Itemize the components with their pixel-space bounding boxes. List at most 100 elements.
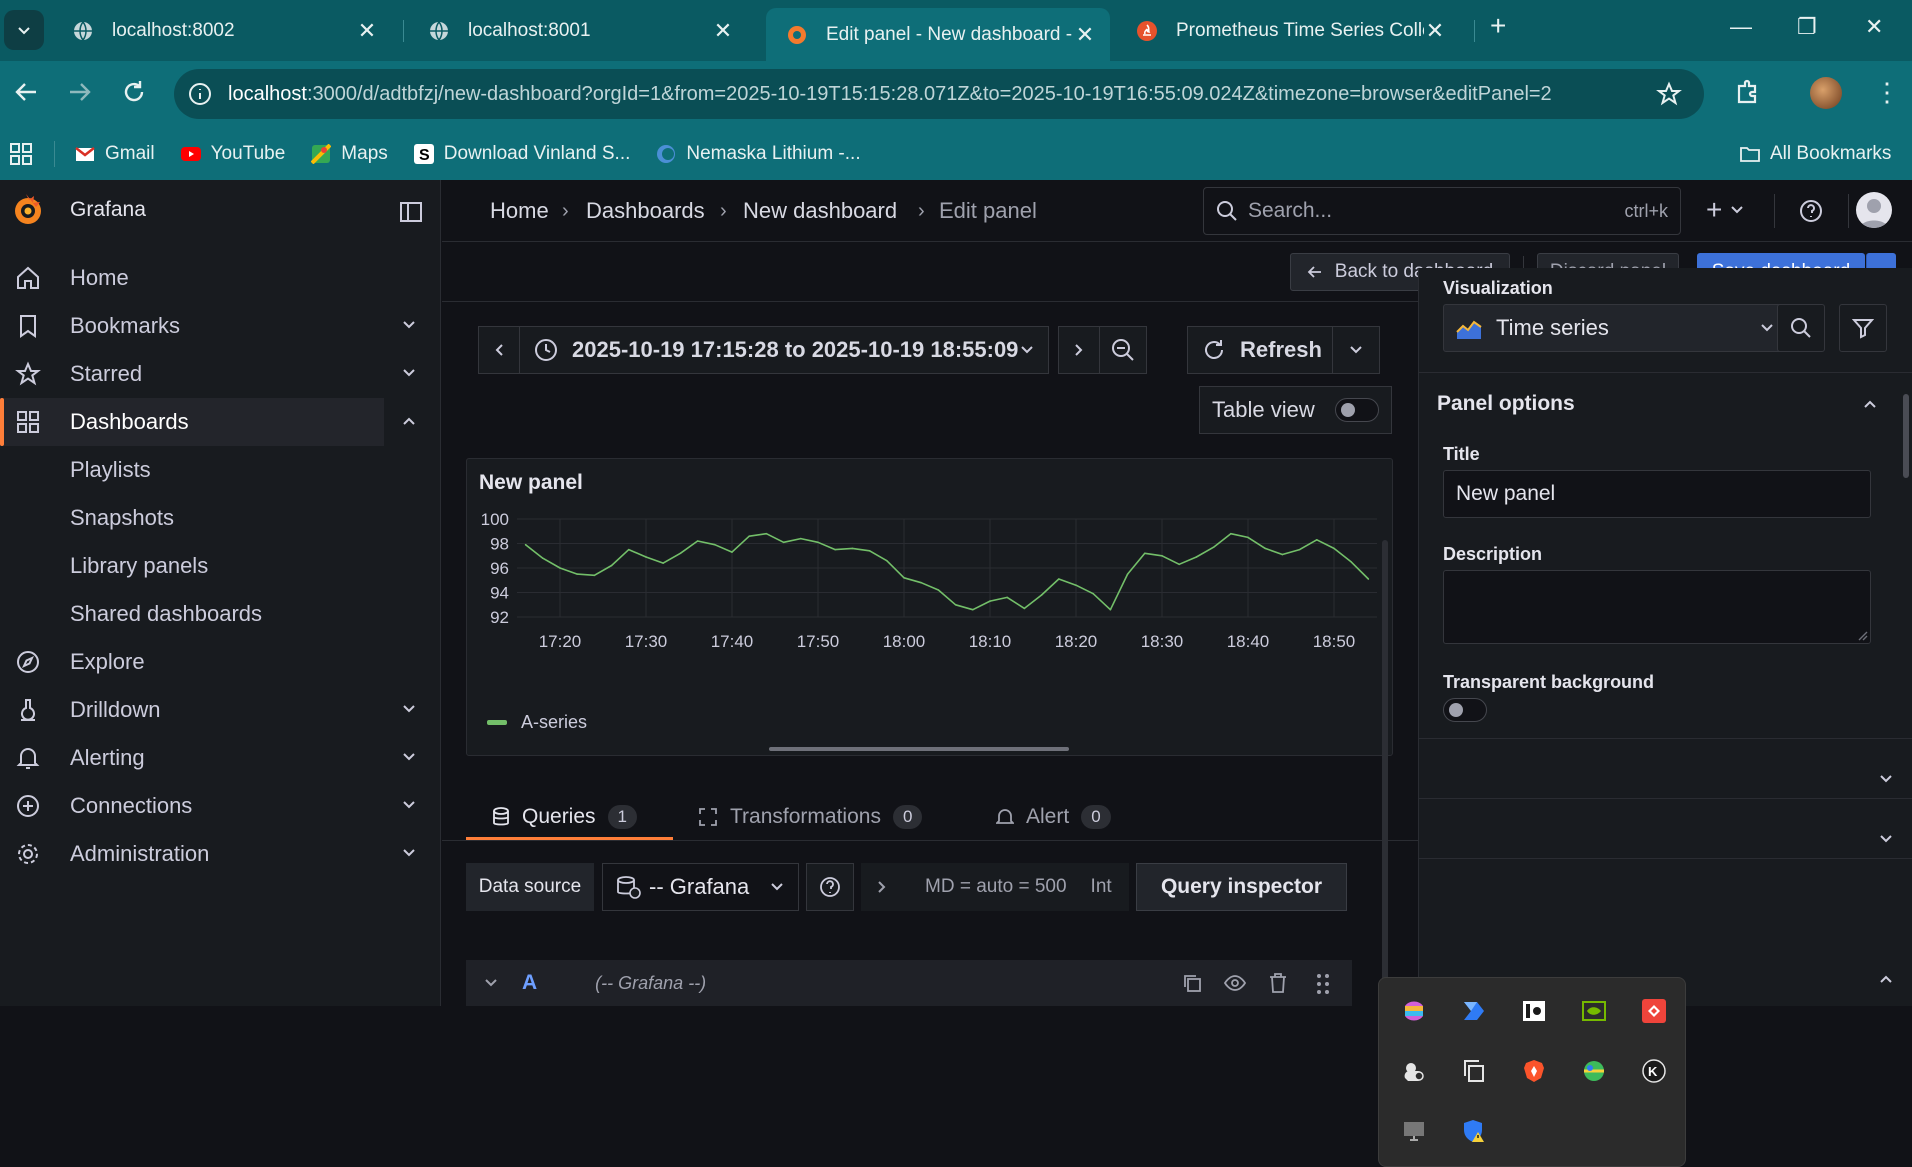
sync-icon[interactable]: K — [1641, 1058, 1667, 1084]
chevron-down-icon[interactable] — [402, 800, 416, 810]
grafana-home-link[interactable]: Grafana — [10, 192, 146, 228]
tab-transformations[interactable]: Transformations 0 — [698, 792, 923, 842]
user-avatar[interactable] — [1856, 192, 1892, 228]
duplicate-icon[interactable] — [1182, 973, 1202, 993]
power-automate-icon[interactable] — [1461, 998, 1487, 1024]
bookmark-nemaska[interactable]: Nemaska Lithium -... — [656, 143, 861, 165]
legend-item[interactable]: A-series — [487, 712, 587, 733]
browser-tab[interactable]: Prometheus Time Series Collecti ✕ — [1116, 8, 1460, 53]
search-visualizations-button[interactable] — [1777, 304, 1825, 352]
m365-icon[interactable] — [1401, 998, 1427, 1024]
nav-bookmarks[interactable]: Bookmarks — [0, 302, 384, 350]
nav-drilldown[interactable]: Drilldown — [0, 686, 384, 734]
network-icon[interactable] — [1581, 1058, 1607, 1084]
back-arrow-icon[interactable] — [12, 78, 40, 106]
tab-alert[interactable]: Alert 0 — [996, 792, 1111, 842]
nav-shared-dashboards[interactable]: Shared dashboards — [0, 590, 384, 638]
site-info-icon[interactable] — [188, 82, 212, 106]
chevron-up-icon[interactable] — [402, 416, 416, 426]
browser-tab-active[interactable]: Edit panel - New dashboard - Da ✕ — [766, 8, 1110, 61]
nav-library-panels[interactable]: Library panels — [0, 542, 384, 590]
breadcrumb-home[interactable]: Home — [490, 198, 549, 224]
time-range-picker[interactable]: 2025-10-19 17:15:28 to 2025-10-19 18:55:… — [519, 326, 1049, 374]
nav-playlists[interactable]: Playlists — [0, 446, 384, 494]
copy-icon[interactable] — [1461, 1058, 1487, 1084]
chevron-down-icon[interactable] — [1879, 774, 1893, 784]
minimize-button[interactable]: — — [1730, 14, 1752, 40]
title-input[interactable]: New panel — [1443, 470, 1871, 518]
panel-resize-handle[interactable] — [769, 747, 1069, 751]
bookmark-youtube[interactable]: YouTube — [180, 143, 285, 165]
browser-tab[interactable]: localhost:8002 ✕ — [52, 8, 392, 53]
chevron-down-icon[interactable] — [484, 978, 498, 988]
close-window-button[interactable]: ✕ — [1865, 14, 1883, 40]
chevron-down-icon[interactable] — [402, 752, 416, 762]
panel-options-header[interactable]: Panel options — [1437, 386, 1889, 422]
close-tab-icon[interactable]: ✕ — [712, 18, 734, 44]
table-view-toggle[interactable]: Table view — [1199, 386, 1392, 434]
nav-starred[interactable]: Starred — [0, 350, 384, 398]
transparent-background-toggle[interactable] — [1443, 698, 1487, 722]
description-textarea[interactable] — [1443, 570, 1871, 644]
editor-scrollbar[interactable] — [1382, 540, 1388, 1006]
close-tab-icon[interactable]: ✕ — [356, 18, 378, 44]
nav-explore[interactable]: Explore — [0, 638, 384, 686]
reload-icon[interactable] — [120, 78, 148, 106]
chevron-down-icon[interactable] — [402, 848, 416, 858]
brave-icon[interactable] — [1521, 1058, 1547, 1084]
apps-grid-icon[interactable] — [10, 143, 32, 165]
anydesk-icon[interactable] — [1641, 998, 1667, 1024]
browser-menu-icon[interactable]: ⋮ — [1874, 77, 1900, 107]
browser-tab[interactable]: localhost:8001 ✕ — [408, 8, 748, 53]
all-bookmarks[interactable]: All Bookmarks — [1740, 143, 1891, 165]
dock-menu-icon[interactable] — [400, 201, 422, 223]
tab-queries[interactable]: Queries 1 — [492, 792, 637, 842]
bookmark-gmail[interactable]: Gmail — [75, 143, 155, 165]
monitor-icon[interactable] — [1401, 1118, 1427, 1144]
weather-icon[interactable] — [1401, 1058, 1427, 1084]
bookmark-vinland[interactable]: S Download Vinland S... — [413, 143, 630, 165]
app-icon[interactable] — [1521, 998, 1547, 1024]
profile-avatar[interactable] — [1810, 77, 1842, 109]
nav-alerting[interactable]: Alerting — [0, 734, 384, 782]
datasource-picker[interactable]: -- Grafana — [602, 863, 799, 911]
nav-connections[interactable]: Connections — [0, 782, 384, 830]
chevron-up-icon[interactable] — [1879, 974, 1893, 984]
url-text[interactable]: localhost:3000/d/adtbfzj/new-dashboard?o… — [228, 83, 1638, 106]
toggle-switch[interactable] — [1335, 398, 1379, 422]
restore-button[interactable]: ❐ — [1797, 14, 1817, 40]
nav-dashboards[interactable]: Dashboards — [0, 398, 384, 446]
options-scrollbar[interactable] — [1903, 394, 1909, 478]
resize-grip-icon[interactable] — [1858, 631, 1868, 641]
search-input[interactable]: Search... ctrl+k — [1203, 187, 1681, 235]
time-range-back-button[interactable] — [478, 326, 520, 374]
help-icon[interactable] — [1799, 199, 1823, 223]
nav-snapshots[interactable]: Snapshots — [0, 494, 384, 542]
filter-options-button[interactable] — [1839, 304, 1887, 352]
refresh-interval-button[interactable] — [1332, 326, 1380, 374]
drag-handle-icon[interactable] — [1316, 973, 1330, 995]
breadcrumb-new-dashboard[interactable]: New dashboard — [743, 198, 897, 224]
query-ref-id[interactable]: A — [522, 971, 537, 995]
chevron-down-icon[interactable] — [1879, 834, 1893, 844]
new-tab-button[interactable]: + — [1490, 10, 1506, 42]
add-new-button[interactable]: + — [1706, 194, 1744, 226]
nvidia-icon[interactable] — [1581, 998, 1607, 1024]
query-options-toggle[interactable]: MD = auto = 500 Int — [861, 863, 1129, 911]
defender-warning-icon[interactable] — [1461, 1118, 1487, 1144]
chevron-down-icon[interactable] — [402, 704, 416, 714]
chevron-down-icon[interactable] — [402, 368, 416, 378]
chevron-down-icon[interactable] — [402, 320, 416, 330]
bookmark-maps[interactable]: Maps — [311, 143, 388, 165]
time-range-forward-button[interactable] — [1058, 326, 1100, 374]
trash-icon[interactable] — [1268, 972, 1288, 994]
zoom-out-button[interactable] — [1099, 326, 1147, 374]
query-row-header[interactable]: A (-- Grafana --) — [466, 960, 1352, 1006]
forward-arrow-icon[interactable] — [66, 78, 94, 106]
extensions-icon[interactable] — [1733, 78, 1761, 106]
refresh-button[interactable]: Refresh — [1187, 326, 1333, 374]
close-tab-icon[interactable]: ✕ — [1074, 22, 1096, 48]
eye-icon[interactable] — [1224, 973, 1246, 993]
datasource-help-button[interactable] — [806, 863, 854, 911]
breadcrumb-dashboards[interactable]: Dashboards — [586, 198, 705, 224]
